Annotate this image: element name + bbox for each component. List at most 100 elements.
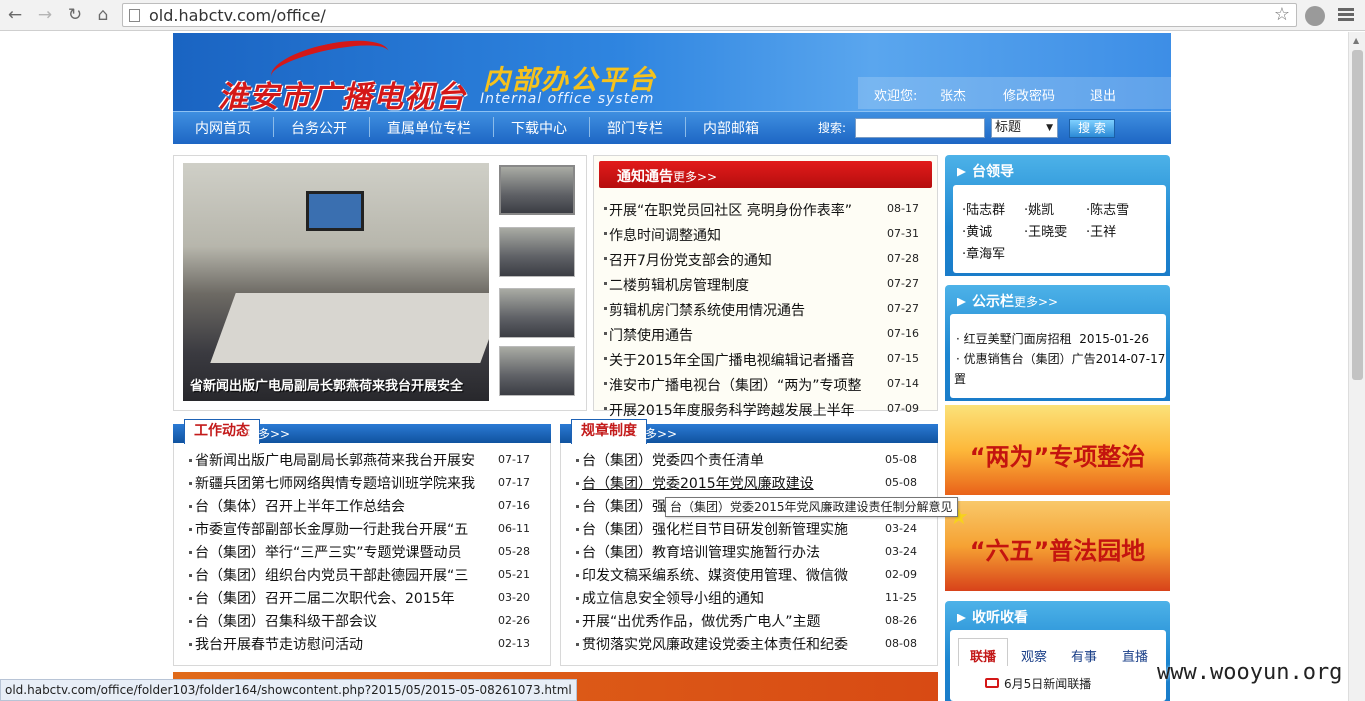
notice-more-link[interactable]: 更多>>: [673, 168, 717, 185]
change-password-link[interactable]: 修改密码: [1003, 85, 1055, 104]
work-item-title[interactable]: 台（集团）召集科级干部会议: [195, 611, 478, 631]
site-logo[interactable]: 淮安市广播电视台: [218, 72, 466, 116]
notice-item[interactable]: 作息时间调整通知 07-31: [604, 221, 922, 246]
notice-item-title[interactable]: 开展“在职党员回社区 亮明身份作表率”: [609, 200, 881, 220]
work-item-title[interactable]: 省新闻出版广电局副局长郭燕荷来我台开展安: [195, 450, 478, 470]
menu-icon[interactable]: [1338, 8, 1354, 23]
work-item-title[interactable]: 台（集团）举行“三严三实”专题党课暨动员: [195, 542, 478, 562]
work-more-link[interactable]: 更多>>: [246, 425, 290, 442]
notice-item-title[interactable]: 淮安市广播电视台（集团）“两为”专项整: [609, 375, 881, 395]
leader-name[interactable]: ·陈志雪: [1086, 199, 1129, 218]
tv-item[interactable]: 6月5日新闻联播: [1004, 675, 1091, 692]
rules-item-title[interactable]: 台（集团）强化栏目节目研发创新管理实施: [582, 519, 865, 539]
logout-link[interactable]: 退出: [1090, 85, 1116, 104]
rules-item-title[interactable]: 台（集团）教育培训管理实施暂行办法: [582, 542, 865, 562]
rules-item[interactable]: 台（集团）强化栏目节目研发创新管理实施 03-24: [576, 517, 917, 540]
work-item-title[interactable]: 我台开展春节走访慰问活动: [195, 634, 478, 654]
notice-item[interactable]: 门禁使用通告 07-16: [604, 321, 922, 346]
page-scrollbar[interactable]: ▲: [1348, 32, 1365, 701]
notice-item-title[interactable]: 剪辑机房门禁系统使用情况通告: [609, 300, 881, 320]
forward-icon[interactable]: →: [34, 5, 56, 25]
tv-tab-guancha[interactable]: 观察: [1021, 646, 1047, 665]
leader-name[interactable]: ·章海军: [962, 243, 1005, 262]
featured-photo[interactable]: [183, 163, 489, 401]
search-button[interactable]: 搜 索: [1069, 119, 1115, 138]
bulletin-item[interactable]: · 优惠销售台（集团）广告2014-07-17: [956, 350, 1165, 367]
back-icon[interactable]: ←: [4, 5, 26, 25]
reload-icon[interactable]: ↻: [64, 5, 86, 25]
rules-item[interactable]: 成立信息安全领导小组的通知 11-25: [576, 586, 917, 609]
notice-item[interactable]: 剪辑机房门禁系统使用情况通告 07-27: [604, 296, 922, 321]
bulletin-more-link[interactable]: 更多>>: [1014, 295, 1058, 309]
notice-item-title[interactable]: 门禁使用通告: [609, 325, 881, 345]
work-item[interactable]: 台（集团）举行“三严三实”专题党课暨动员 05-28: [189, 540, 530, 563]
ad-banner-liuwu[interactable]: ★ “六五”普法园地: [945, 501, 1170, 591]
work-item-title[interactable]: 市委宣传部副部长金厚勋一行赴我台开展“五: [195, 519, 478, 539]
photo-thumbnail[interactable]: [499, 288, 575, 338]
search-input[interactable]: [855, 118, 985, 138]
rules-item-title[interactable]: 台（集团）党委2015年党风廉政建设: [582, 473, 865, 493]
photo-thumbnail[interactable]: [499, 165, 575, 215]
notice-item-title[interactable]: 关于2015年全国广播电视编辑记者播音: [609, 350, 881, 370]
rules-item[interactable]: 台（集团）教育培训管理实施暂行办法 03-24: [576, 540, 917, 563]
notice-item[interactable]: 关于2015年全国广播电视编辑记者播音 07-15: [604, 346, 922, 371]
rules-item[interactable]: 台（集团）强: [576, 494, 917, 517]
rules-item[interactable]: 开展“出优秀作品，做优秀广电人”主题 08-26: [576, 609, 917, 632]
nav-departments[interactable]: 部门专栏: [607, 118, 663, 138]
nav-home[interactable]: 内网首页: [195, 118, 251, 138]
work-item-title[interactable]: 台（集团）组织台内党员干部赴德园开展“三: [195, 565, 478, 585]
work-item[interactable]: 台（集团）召开二届二次职代会、2015年 03-20: [189, 586, 530, 609]
notice-item-title[interactable]: 作息时间调整通知: [609, 225, 881, 245]
photo-thumbnail[interactable]: [499, 346, 575, 396]
leader-name[interactable]: ·王祥: [1086, 221, 1116, 240]
rules-item[interactable]: 印发文稿采编系统、媒资使用管理、微信微 02-09: [576, 563, 917, 586]
rules-item-title[interactable]: 成立信息安全领导小组的通知: [582, 588, 865, 608]
rules-item-title[interactable]: 印发文稿采编系统、媒资使用管理、微信微: [582, 565, 865, 585]
photo-caption[interactable]: 省新闻出版广电局副局长郭燕荷来我台开展安全: [190, 375, 490, 394]
nav-units[interactable]: 直属单位专栏: [387, 118, 471, 138]
work-item[interactable]: 省新闻出版广电局副局长郭燕荷来我台开展安 07-17: [189, 448, 530, 471]
work-item[interactable]: 台（集体）召开上半年工作总结会 07-16: [189, 494, 530, 517]
tv-tab-youshi[interactable]: 有事: [1071, 646, 1097, 665]
home-icon[interactable]: ⌂: [92, 5, 114, 25]
work-item-title[interactable]: 台（集体）召开上半年工作总结会: [195, 496, 478, 516]
nav-downloads[interactable]: 下载中心: [511, 118, 567, 138]
notice-item-title[interactable]: 召开7月份党支部会的通知: [609, 250, 881, 270]
star-icon[interactable]: ☆: [1274, 4, 1290, 25]
notice-item[interactable]: 淮安市广播电视台（集团）“两为”专项整 07-14: [604, 371, 922, 396]
leader-name[interactable]: ·陆志群: [962, 199, 1005, 218]
work-item[interactable]: 台（集团）组织台内党员干部赴德园开展“三 05-21: [189, 563, 530, 586]
notice-item[interactable]: 二楼剪辑机房管理制度 07-27: [604, 271, 922, 296]
notice-item[interactable]: 召开7月份党支部会的通知 07-28: [604, 246, 922, 271]
notice-item-title[interactable]: 开展2015年度服务科学跨越发展上半年: [609, 400, 881, 420]
work-item[interactable]: 市委宣传部副部长金厚勋一行赴我台开展“五 06-11: [189, 517, 530, 540]
bulletin-item[interactable]: · 红豆美墅门面房招租 2015-01-26: [956, 330, 1149, 347]
rules-item-title[interactable]: 贯彻落实党风廉政建设党委主体责任和纪委: [582, 634, 865, 654]
leader-name[interactable]: ·姚凯: [1024, 199, 1054, 218]
rules-item-title[interactable]: 台（集团）强: [582, 496, 865, 516]
notice-item-title[interactable]: 二楼剪辑机房管理制度: [609, 275, 881, 295]
nav-affairs[interactable]: 台务公开: [291, 118, 347, 138]
globe-icon[interactable]: [1305, 6, 1325, 26]
tv-tab-zhibo[interactable]: 直播: [1122, 646, 1148, 665]
work-item[interactable]: 我台开展春节走访慰问活动 02-13: [189, 632, 530, 655]
rules-more-link[interactable]: 更多>>: [633, 425, 677, 442]
ad-banner-liangwei[interactable]: “两为”专项整治: [945, 405, 1170, 495]
work-item-title[interactable]: 新疆兵团第七师网络舆情专题培训班学院来我: [195, 473, 478, 493]
work-item[interactable]: 台（集团）召集科级干部会议 02-26: [189, 609, 530, 632]
work-item-title[interactable]: 台（集团）召开二届二次职代会、2015年: [195, 588, 478, 608]
notice-item[interactable]: 开展2015年度服务科学跨越发展上半年 07-09: [604, 396, 922, 421]
leader-name[interactable]: ·王晓雯: [1024, 221, 1067, 240]
rules-item-title[interactable]: 开展“出优秀作品，做优秀广电人”主题: [582, 611, 865, 631]
rules-item[interactable]: 台（集团）党委四个责任清单 05-08: [576, 448, 917, 471]
leader-name[interactable]: ·黄诚: [962, 221, 992, 240]
work-item[interactable]: 新疆兵团第七师网络舆情专题培训班学院来我 07-17: [189, 471, 530, 494]
rules-item[interactable]: 台（集团）党委2015年党风廉政建设 05-08: [576, 471, 917, 494]
rules-item-title[interactable]: 台（集团）党委四个责任清单: [582, 450, 865, 470]
nav-mail[interactable]: 内部邮箱: [703, 118, 759, 138]
search-field-select[interactable]: 标题 ▼: [991, 118, 1058, 138]
tv-tab-lianbo[interactable]: 联播: [970, 646, 996, 665]
rules-item[interactable]: 贯彻落实党风廉政建设党委主体责任和纪委 08-08: [576, 632, 917, 655]
notice-item[interactable]: 开展“在职党员回社区 亮明身份作表率” 08-17: [604, 196, 922, 221]
photo-thumbnail[interactable]: [499, 227, 575, 277]
